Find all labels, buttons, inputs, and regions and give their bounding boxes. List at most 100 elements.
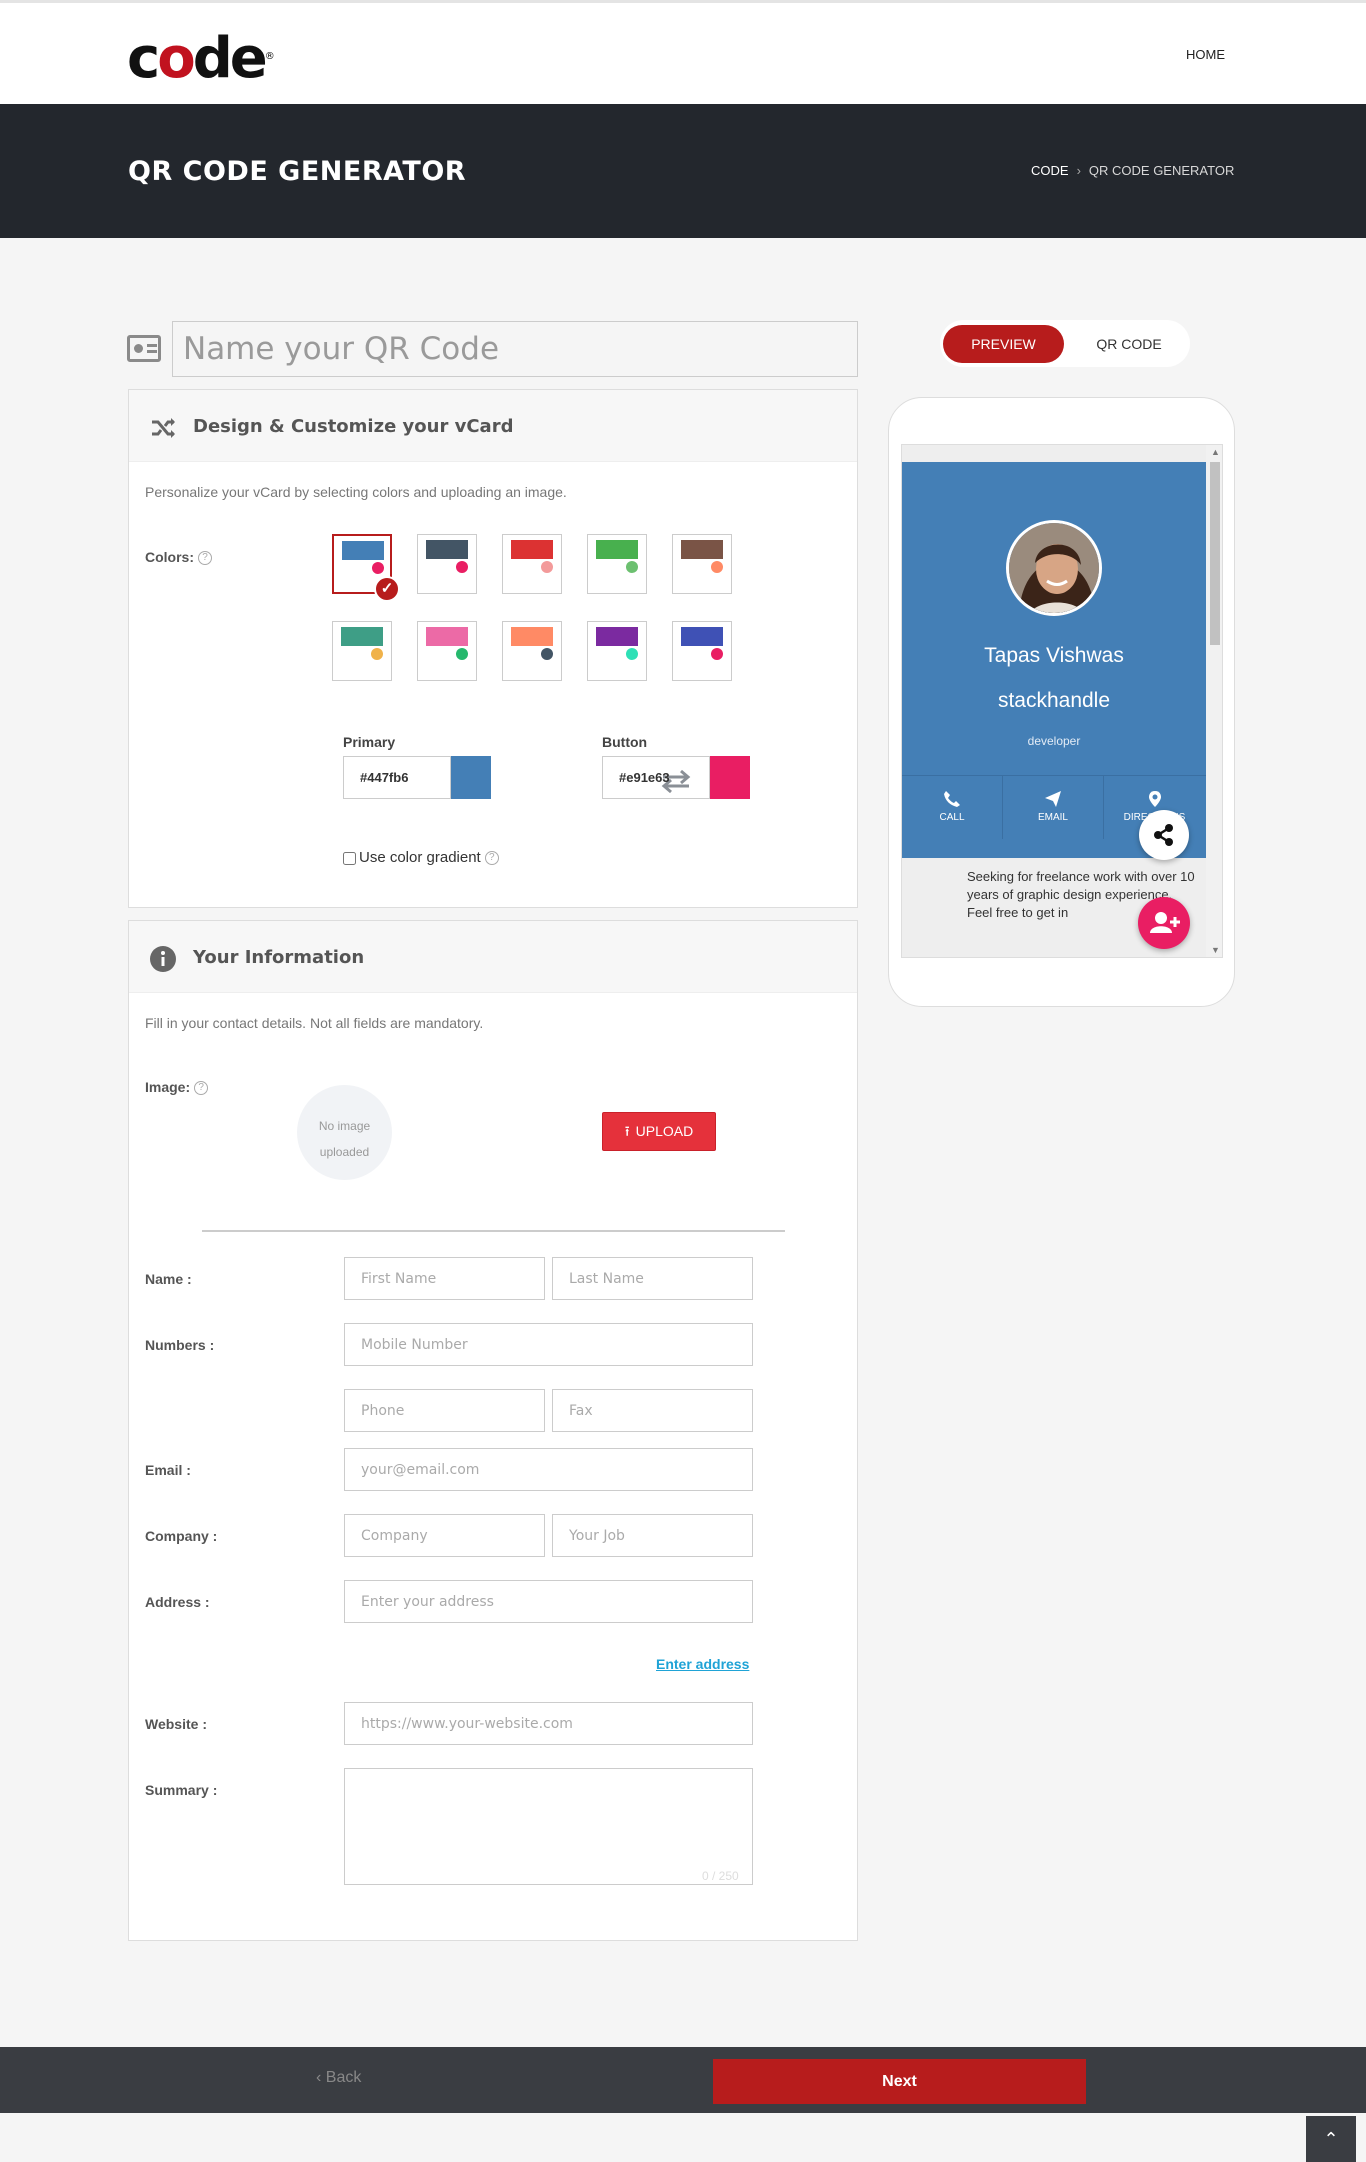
fax-field[interactable]	[552, 1389, 753, 1432]
site-header: code ® HOME	[0, 3, 1366, 104]
call-action[interactable]: CALL	[902, 776, 1003, 839]
color-swatch[interactable]	[672, 621, 732, 681]
swatch-primary	[681, 627, 723, 646]
scroll-thumb[interactable]	[1210, 462, 1220, 645]
help-icon[interactable]: ?	[194, 1081, 209, 1096]
back-button[interactable]: ‹ Back	[316, 2069, 361, 2087]
color-swatch[interactable]	[502, 621, 562, 681]
name-label: Name :	[145, 1271, 192, 1287]
email-field[interactable]	[344, 1448, 753, 1491]
info-panel-title: Your Information	[193, 947, 365, 968]
swatch-primary	[341, 627, 383, 646]
design-panel-header[interactable]: Design & Customize your vCard	[129, 390, 857, 462]
swatch-button	[541, 561, 553, 573]
last-name-field[interactable]	[552, 1257, 753, 1300]
phone-field[interactable]	[344, 1389, 545, 1432]
image-placeholder: No image uploaded	[297, 1085, 392, 1180]
swatch-primary	[511, 540, 553, 559]
color-swatch[interactable]	[332, 621, 392, 681]
breadcrumb: CODE › QR CODE GENERATOR	[1031, 163, 1234, 178]
qr-name-row	[127, 321, 858, 377]
color-swatch[interactable]	[672, 534, 732, 594]
primary-label: Primary	[343, 734, 396, 750]
logo[interactable]: code ®	[127, 31, 275, 87]
id-card-icon	[127, 335, 161, 362]
swatch-button	[626, 648, 638, 660]
share-button[interactable]	[1139, 810, 1189, 860]
scroll-down-icon[interactable]: ▼	[1211, 945, 1220, 955]
button-label: Button	[602, 734, 648, 750]
summary-label: Summary :	[145, 1782, 218, 1798]
preview-tabs: PREVIEW QR CODE	[940, 320, 1190, 367]
next-button[interactable]: Next	[713, 2059, 1086, 2104]
swatch-button	[372, 562, 384, 574]
location-pin-icon	[1148, 791, 1161, 807]
gradient-option[interactable]: Use color gradient?	[343, 849, 499, 866]
enter-address-link[interactable]: Enter address	[656, 1656, 749, 1672]
summary-counter: 0 / 250	[702, 1869, 739, 1883]
help-icon[interactable]: ?	[198, 551, 212, 566]
share-icon	[1154, 824, 1173, 846]
numbers-label: Numbers :	[145, 1337, 215, 1353]
company-label: Company :	[145, 1528, 218, 1544]
color-swatch[interactable]	[502, 534, 562, 594]
chevron-up-icon: ⌃	[1323, 2129, 1339, 2149]
page-title: QR CODE GENERATOR	[128, 156, 467, 187]
swatch-primary	[426, 627, 468, 646]
summary-field[interactable]	[344, 1768, 753, 1885]
swatch-button	[371, 648, 383, 660]
design-description: Personalize your vCard by selecting colo…	[145, 484, 567, 500]
job-field[interactable]	[552, 1514, 753, 1557]
swatch-primary	[342, 541, 384, 560]
scroll-up-icon[interactable]: ▲	[1211, 447, 1220, 457]
scroll-to-top-button[interactable]: ⌃	[1306, 2116, 1356, 2162]
tab-preview[interactable]: PREVIEW	[943, 325, 1064, 363]
upload-button[interactable]: ⭱ UPLOAD	[602, 1112, 716, 1151]
preview-scrollbar[interactable]: ▲ ▼	[1206, 445, 1222, 957]
gradient-checkbox[interactable]	[343, 851, 356, 865]
colors-label: Colors:?	[145, 549, 212, 566]
color-swatch[interactable]	[587, 621, 647, 681]
info-panel: Your Information Fill in your contact de…	[128, 920, 858, 1941]
info-panel-header[interactable]: Your Information	[129, 921, 857, 993]
swatch-primary	[511, 627, 553, 646]
primary-color-input[interactable]: #447fb6	[343, 756, 451, 799]
chevron-left-icon: ‹	[316, 2069, 326, 2086]
color-swatch[interactable]	[417, 621, 477, 681]
phone-icon	[944, 791, 960, 807]
mobile-field[interactable]	[344, 1323, 753, 1366]
image-label: Image:?	[145, 1079, 209, 1096]
tab-qr-code[interactable]: QR CODE	[1084, 325, 1174, 363]
add-user-icon	[1150, 912, 1180, 933]
breadcrumb-home[interactable]: CODE	[1031, 163, 1069, 178]
primary-color-chip[interactable]	[451, 756, 491, 799]
help-icon[interactable]: ?	[484, 851, 499, 866]
divider	[202, 1230, 785, 1232]
phone-preview: Tapas Vishwas stackhandle developer CALL…	[888, 397, 1235, 1007]
website-field[interactable]	[344, 1702, 753, 1745]
breadcrumb-current: QR CODE GENERATOR	[1088, 163, 1235, 178]
gradient-label: Use color gradient	[359, 849, 481, 866]
address-label: Address :	[145, 1594, 210, 1610]
check-icon: ✓	[374, 576, 400, 602]
company-field[interactable]	[344, 1514, 545, 1557]
add-contact-button[interactable]	[1138, 897, 1190, 949]
page-banner: QR CODE GENERATOR CODE › QR CODE GENERATOR	[0, 104, 1366, 238]
first-name-field[interactable]	[344, 1257, 545, 1300]
upload-icon: ⭱	[624, 1123, 630, 1139]
nav-home-link[interactable]: HOME	[1186, 47, 1225, 62]
button-color-input[interactable]: #e91e63	[602, 756, 710, 799]
color-swatch[interactable]	[587, 534, 647, 594]
swatch-primary	[596, 540, 638, 559]
color-swatch[interactable]	[417, 534, 477, 594]
vcard-header: Tapas Vishwas stackhandle developer CALL…	[902, 462, 1206, 858]
email-action[interactable]: EMAIL	[1003, 776, 1104, 839]
qr-name-input[interactable]	[172, 321, 858, 377]
button-color-chip[interactable]	[710, 756, 750, 799]
address-field[interactable]	[344, 1580, 753, 1623]
design-panel-title: Design & Customize your vCard	[193, 416, 514, 437]
email-label: Email :	[145, 1462, 191, 1478]
info-description: Fill in your contact details. Not all fi…	[145, 1015, 484, 1031]
send-icon	[1045, 791, 1061, 807]
color-swatch[interactable]: ✓	[332, 534, 400, 602]
